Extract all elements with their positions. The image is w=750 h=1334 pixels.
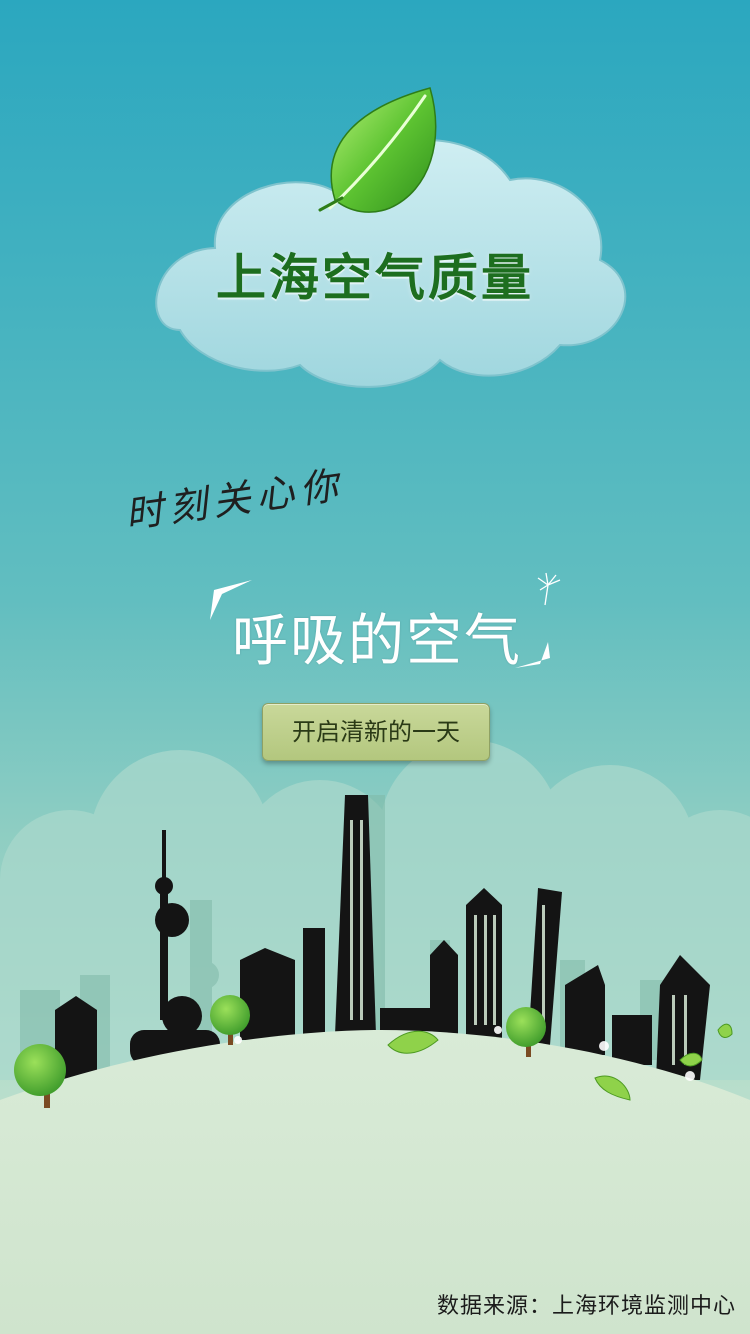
- start-day-button[interactable]: 开启清新的一天: [262, 703, 490, 761]
- tagline-line-2: 呼吸的空气: [232, 609, 522, 674]
- app-title: 上海空气质量: [216, 249, 534, 307]
- data-source-footer: 数据来源：上海环境监测中心: [436, 1294, 736, 1319]
- dandelion-seed-icon: [537, 572, 561, 606]
